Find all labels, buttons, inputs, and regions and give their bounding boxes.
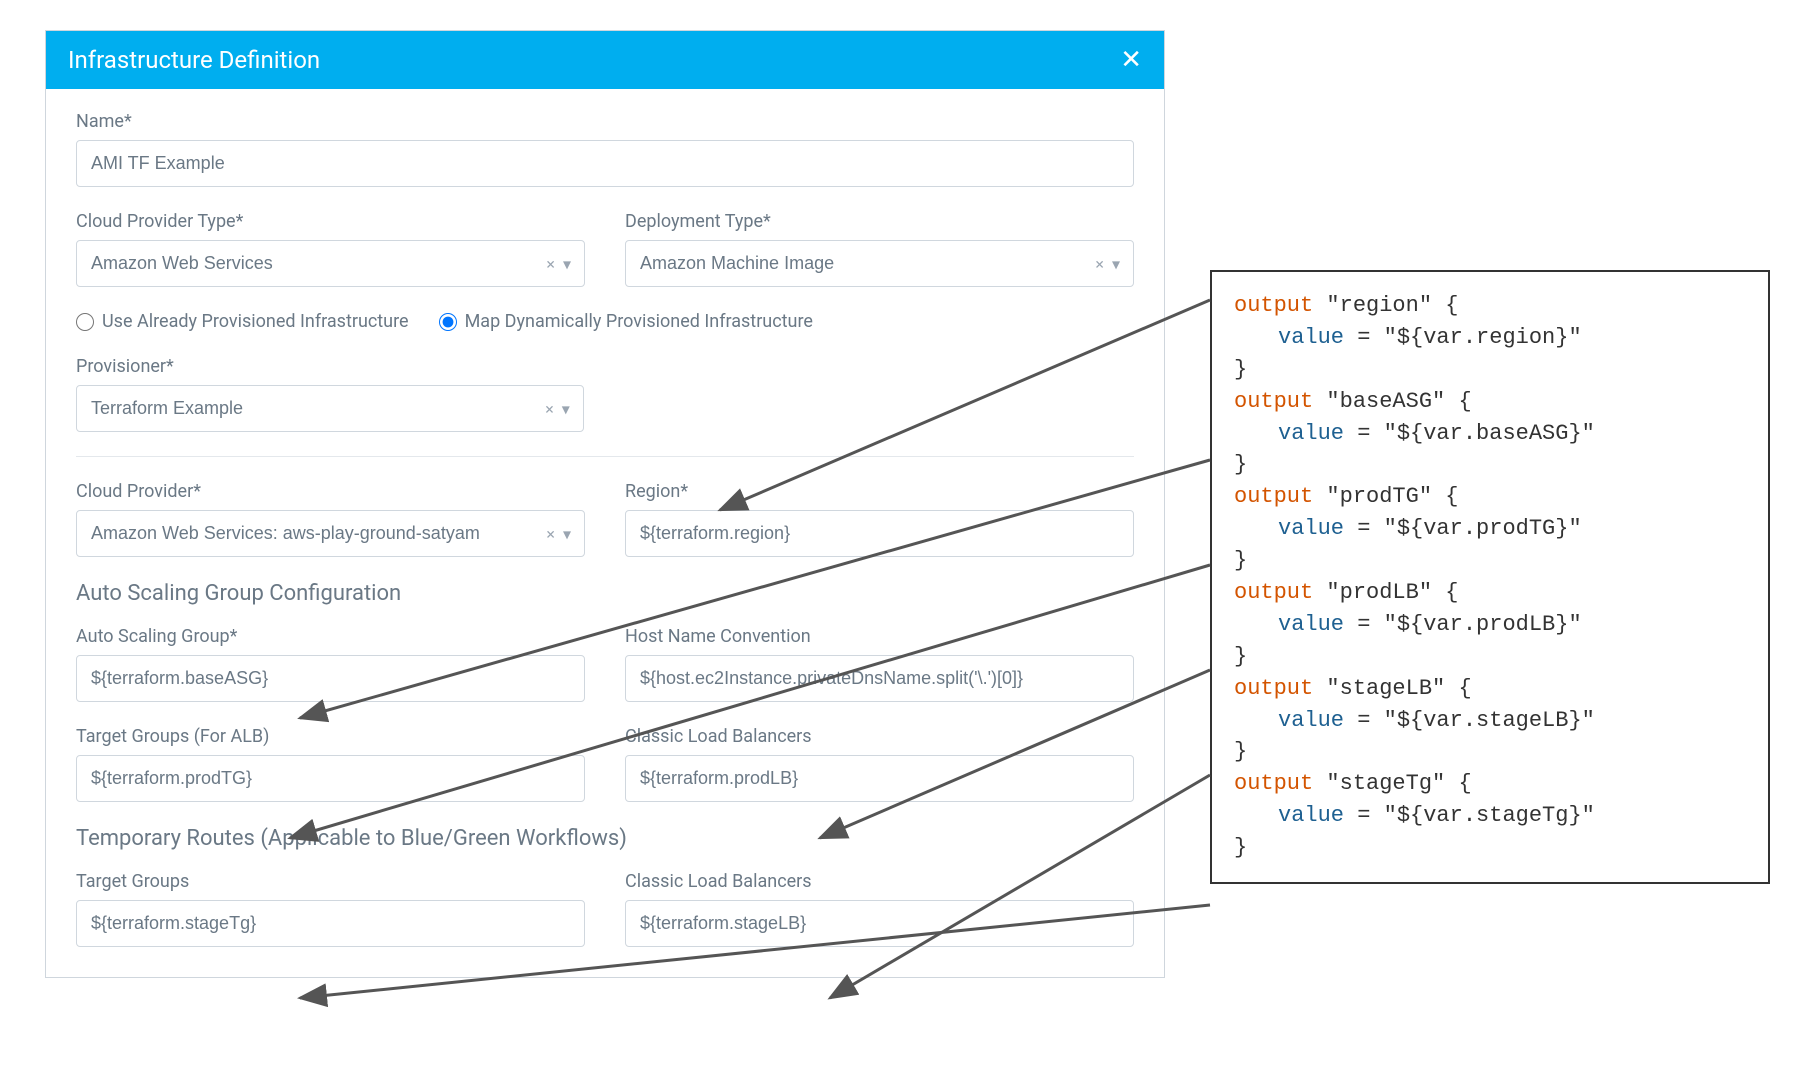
- name-field: Name*: [76, 111, 1134, 187]
- cloud-provider-type-label: Cloud Provider Type*: [76, 211, 585, 232]
- classic-lb2-label: Classic Load Balancers: [625, 871, 1134, 892]
- close-icon[interactable]: ✕: [1120, 45, 1142, 75]
- code-output-baseASG: output "baseASG" {value = "${var.baseASG…: [1234, 386, 1746, 482]
- name-input[interactable]: [76, 140, 1134, 187]
- provisioner-field: Provisioner* × ▾: [76, 356, 584, 432]
- clear-icon[interactable]: ×: [1095, 254, 1104, 273]
- temp-routes-section-title: Temporary Routes (Applicable to Blue/Gre…: [76, 826, 1134, 851]
- host-name-field: Host Name Convention: [625, 626, 1134, 702]
- target-groups-alb-field: Target Groups (For ALB): [76, 726, 585, 802]
- asg-field: Auto Scaling Group*: [76, 626, 585, 702]
- clear-icon[interactable]: ×: [545, 399, 554, 418]
- radio-map-dynamic[interactable]: Map Dynamically Provisioned Infrastructu…: [439, 311, 813, 332]
- chevron-down-icon[interactable]: ▾: [563, 524, 571, 543]
- dialog-title: Infrastructure Definition: [68, 46, 320, 74]
- code-output-prodTG: output "prodTG" {value = "${var.prodTG}"…: [1234, 481, 1746, 577]
- cloud-provider-label: Cloud Provider*: [76, 481, 585, 502]
- chevron-down-icon[interactable]: ▾: [1112, 254, 1120, 273]
- target-groups-alb-label: Target Groups (For ALB): [76, 726, 585, 747]
- host-name-input[interactable]: [625, 655, 1134, 702]
- dialog-body: Name* Cloud Provider Type* × ▾ Deployment…: [46, 89, 1164, 977]
- classic-lb2-input[interactable]: [625, 900, 1134, 947]
- target-groups-alb-input[interactable]: [76, 755, 585, 802]
- target-groups-field: Target Groups: [76, 871, 585, 947]
- region-label: Region*: [625, 481, 1134, 502]
- chevron-down-icon[interactable]: ▾: [563, 254, 571, 273]
- classic-lb-input[interactable]: [625, 755, 1134, 802]
- dialog-header: Infrastructure Definition ✕: [46, 31, 1164, 89]
- code-output-stageLB: output "stageLB" {value = "${var.stageLB…: [1234, 673, 1746, 769]
- terraform-output-code: output "region" {value = "${var.region}"…: [1210, 270, 1770, 884]
- deployment-type-label: Deployment Type*: [625, 211, 1134, 232]
- chevron-down-icon[interactable]: ▾: [562, 399, 570, 418]
- classic-lb2-field: Classic Load Balancers: [625, 871, 1134, 947]
- classic-lb-field: Classic Load Balancers: [625, 726, 1134, 802]
- cloud-provider-type-select[interactable]: [76, 240, 585, 287]
- provisioner-select[interactable]: [76, 385, 584, 432]
- deployment-type-field: Deployment Type* × ▾: [625, 211, 1134, 287]
- cloud-provider-type-field: Cloud Provider Type* × ▾: [76, 211, 585, 287]
- code-output-prodLB: output "prodLB" {value = "${var.prodLB}"…: [1234, 577, 1746, 673]
- region-input[interactable]: [625, 510, 1134, 557]
- code-output-stageTg: output "stageTg" {value = "${var.stageTg…: [1234, 768, 1746, 864]
- infrastructure-definition-dialog: Infrastructure Definition ✕ Name* Cloud …: [45, 30, 1165, 978]
- cloud-provider-select[interactable]: [76, 510, 585, 557]
- target-groups-label: Target Groups: [76, 871, 585, 892]
- radio-map-dynamic-input[interactable]: [439, 313, 457, 331]
- radio-use-existing-input[interactable]: [76, 313, 94, 331]
- provisioner-label: Provisioner*: [76, 356, 584, 377]
- clear-icon[interactable]: ×: [546, 254, 555, 273]
- asg-section-title: Auto Scaling Group Configuration: [76, 581, 1134, 606]
- host-name-label: Host Name Convention: [625, 626, 1134, 647]
- provisioning-mode-radio-group: Use Already Provisioned Infrastructure M…: [76, 311, 1134, 332]
- classic-lb-label: Classic Load Balancers: [625, 726, 1134, 747]
- asg-input[interactable]: [76, 655, 585, 702]
- target-groups-input[interactable]: [76, 900, 585, 947]
- code-output-region: output "region" {value = "${var.region}"…: [1234, 290, 1746, 386]
- deployment-type-select[interactable]: [625, 240, 1134, 287]
- asg-label: Auto Scaling Group*: [76, 626, 585, 647]
- name-label: Name*: [76, 111, 1134, 132]
- region-field: Region*: [625, 481, 1134, 557]
- radio-use-existing[interactable]: Use Already Provisioned Infrastructure: [76, 311, 409, 332]
- clear-icon[interactable]: ×: [546, 524, 555, 543]
- divider: [76, 456, 1134, 457]
- cloud-provider-field: Cloud Provider* × ▾: [76, 481, 585, 557]
